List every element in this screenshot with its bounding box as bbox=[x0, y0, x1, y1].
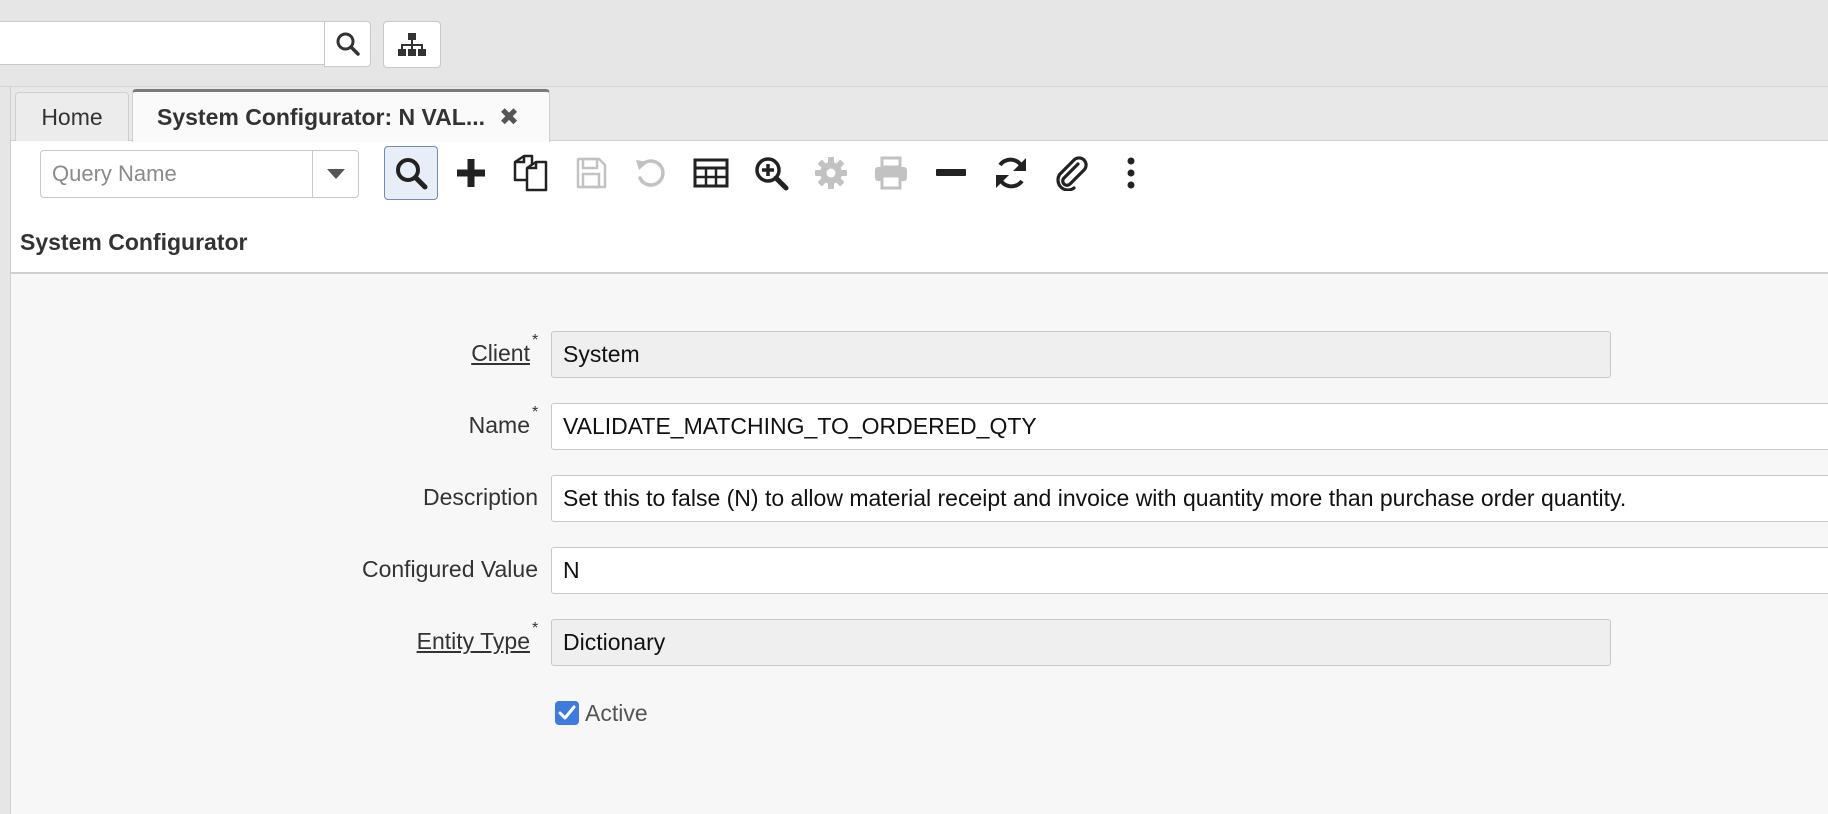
configured-value-field[interactable]: N bbox=[551, 547, 1828, 594]
tab-system-configurator[interactable]: System Configurator: N VAL... ✖ bbox=[132, 89, 550, 143]
print-icon bbox=[875, 156, 907, 190]
client-label[interactable]: Client bbox=[471, 340, 530, 367]
checkmark-icon bbox=[558, 705, 576, 720]
name-mandatory-mark: * bbox=[532, 404, 539, 421]
grid-toggle-button[interactable] bbox=[684, 146, 738, 200]
menu-tree-button[interactable] bbox=[383, 21, 441, 68]
entity-type-field[interactable]: Dictionary bbox=[551, 619, 1611, 666]
refresh-icon bbox=[996, 157, 1026, 189]
name-label: Name bbox=[468, 412, 530, 438]
zoom-across-button[interactable] bbox=[744, 146, 798, 200]
description-field[interactable]: Set this to false (N) to allow material … bbox=[551, 475, 1828, 522]
zoom-icon bbox=[755, 157, 789, 191]
global-search-button[interactable] bbox=[324, 21, 371, 67]
attachment-button[interactable] bbox=[1044, 146, 1098, 200]
sitemap-icon bbox=[398, 32, 426, 56]
paperclip-icon bbox=[1056, 156, 1088, 191]
close-tab-icon[interactable]: ✖ bbox=[499, 103, 519, 132]
print-button[interactable] bbox=[864, 146, 918, 200]
name-field[interactable]: VALIDATE_MATCHING_TO_ORDERED_QTY bbox=[551, 403, 1828, 450]
entity-type-mandatory-mark: * bbox=[532, 620, 539, 637]
search-icon bbox=[336, 32, 360, 56]
more-options-button[interactable] bbox=[1104, 146, 1158, 200]
caret-down-icon bbox=[326, 169, 345, 179]
copy-icon bbox=[513, 154, 548, 192]
undo-icon bbox=[636, 159, 665, 187]
configured-value-label: Configured Value bbox=[361, 556, 538, 582]
query-name-input[interactable] bbox=[40, 150, 314, 198]
query-name-dropdown-button[interactable] bbox=[312, 150, 359, 198]
minus-icon bbox=[936, 169, 966, 176]
copy-record-button[interactable] bbox=[504, 146, 558, 200]
entity-type-label[interactable]: Entity Type bbox=[417, 628, 530, 655]
description-label: Description bbox=[422, 484, 538, 510]
more-icon bbox=[1127, 157, 1135, 189]
tab-home-label: Home bbox=[41, 103, 103, 130]
gear-icon bbox=[815, 157, 847, 189]
save-icon bbox=[576, 157, 607, 189]
left-frame-edge bbox=[0, 87, 11, 814]
global-search-input[interactable] bbox=[0, 21, 324, 65]
save-button[interactable] bbox=[564, 146, 618, 200]
search-icon bbox=[396, 158, 428, 190]
delete-record-button[interactable] bbox=[924, 146, 978, 200]
page-title: System Configurator bbox=[20, 229, 248, 255]
grid-icon bbox=[693, 158, 729, 188]
client-mandatory-mark: * bbox=[532, 332, 539, 349]
refresh-button[interactable] bbox=[984, 146, 1038, 200]
tab-system-configurator-label: System Configurator: N VAL... bbox=[157, 104, 485, 130]
active-checkbox[interactable] bbox=[555, 701, 579, 725]
tab-home[interactable]: Home bbox=[15, 92, 129, 141]
undo-button[interactable] bbox=[624, 146, 678, 200]
active-checkbox-label[interactable]: Active bbox=[585, 700, 648, 727]
process-button[interactable] bbox=[804, 146, 858, 200]
search-record-button[interactable] bbox=[384, 146, 438, 200]
new-record-button[interactable] bbox=[444, 146, 498, 200]
client-field[interactable]: System bbox=[551, 331, 1611, 378]
plus-icon bbox=[457, 159, 485, 187]
